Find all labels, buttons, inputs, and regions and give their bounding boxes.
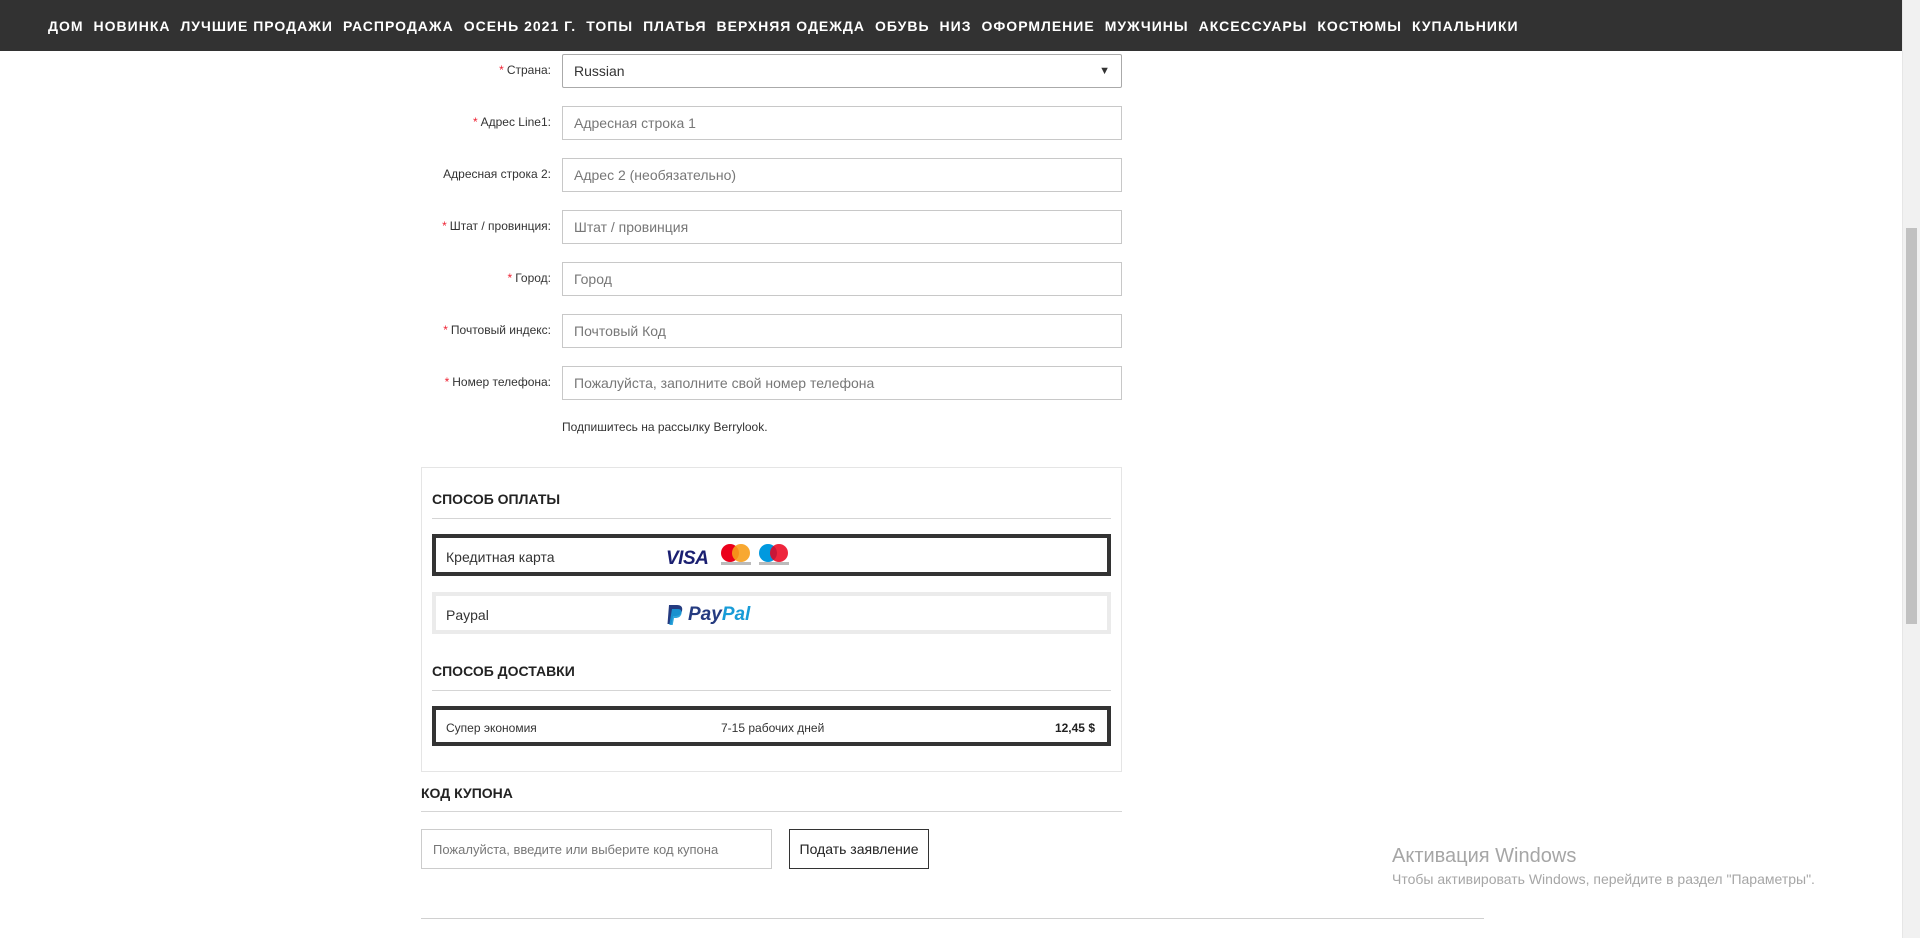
nav-item-bottoms[interactable]: НИЗ	[940, 18, 972, 34]
state-input[interactable]	[562, 210, 1122, 244]
nav-item-autumn-2021[interactable]: ОСЕНЬ 2021 Г.	[464, 18, 577, 34]
required-mark: *	[444, 375, 450, 389]
page-scrollbar[interactable]	[1902, 0, 1920, 938]
required-mark: *	[499, 63, 504, 77]
nav-item-dresses[interactable]: ПЛАТЬЯ	[643, 18, 706, 34]
maestro-icon	[759, 544, 789, 566]
nav-item-bestsellers[interactable]: ЛУЧШИЕ ПРОДАЖИ	[180, 18, 332, 34]
coupon-input[interactable]	[421, 829, 772, 869]
divider	[421, 918, 1484, 919]
top-navigation: ДОМ НОВИНКА ЛУЧШИЕ ПРОДАЖИ РАСПРОДАЖА ОС…	[0, 0, 1902, 51]
shipping-option-days: 7-15 рабочих дней	[721, 721, 825, 735]
windows-activation-title: Активация Windows	[1392, 845, 1577, 867]
city-label-text: Город:	[515, 271, 551, 285]
zip-input[interactable]	[562, 314, 1122, 348]
newsletter-subscribe-text[interactable]: Подпишитесь на рассылку Berrylook.	[562, 420, 768, 434]
divider	[421, 811, 1122, 812]
address1-input[interactable]	[562, 106, 1122, 140]
divider	[432, 518, 1111, 519]
payment-option-paypal[interactable]: Paypal PayPal	[432, 592, 1111, 634]
shipping-option-price: 12,45 $	[1054, 721, 1095, 735]
city-input[interactable]	[562, 262, 1122, 296]
apply-coupon-button[interactable]: Подать заявление	[789, 829, 929, 869]
country-label: * Страна:	[400, 63, 551, 77]
nav-item-decor[interactable]: ОФОРМЛЕНИЕ	[981, 18, 1094, 34]
windows-activation-subtitle: Чтобы активировать Windows, перейдите в …	[1392, 871, 1815, 887]
country-row: * Страна: Russian ▼	[400, 54, 1122, 88]
nav-item-shoes[interactable]: ОБУВЬ	[875, 18, 930, 34]
zip-label: * Почтовый индекс:	[400, 323, 551, 337]
state-label-text: Штат / провинция:	[449, 219, 551, 233]
address2-input[interactable]	[562, 158, 1122, 192]
payment-method-title: СПОСОБ ОПЛАТЫ	[432, 491, 561, 507]
required-mark: *	[443, 323, 448, 337]
payment-option-label: Кредитная карта	[446, 549, 555, 565]
required-mark: *	[472, 115, 478, 129]
address1-row: * Адрес Line1:	[400, 106, 1122, 140]
zip-row: * Почтовый индекс:	[400, 314, 1122, 348]
nav-item-tops[interactable]: ТОПЫ	[586, 18, 633, 34]
state-label: * Штат / провинция:	[400, 219, 551, 233]
scrollbar-thumb[interactable]	[1906, 228, 1917, 624]
divider	[432, 690, 1111, 691]
address1-label: * Адрес Line1:	[400, 115, 551, 129]
nav-item-accessories[interactable]: АКСЕССУАРЫ	[1199, 18, 1308, 34]
phone-row: * Номер телефона:	[400, 366, 1122, 400]
nav-item-men[interactable]: МУЖЧИНЫ	[1105, 18, 1189, 34]
coupon-title: КОД КУПОНА	[421, 785, 513, 801]
required-mark: *	[442, 219, 447, 233]
nav-item-sale[interactable]: РАСПРОДАЖА	[343, 18, 454, 34]
paypal-icon	[667, 605, 683, 625]
zip-label-text: Почтовый индекс:	[450, 323, 551, 337]
nav-item-swimwear[interactable]: КУПАЛЬНИКИ	[1412, 18, 1519, 34]
nav-item-new[interactable]: НОВИНКА	[94, 18, 171, 34]
address1-label-text: Адрес Line1:	[480, 115, 551, 129]
nav-item-suits[interactable]: КОСТЮМЫ	[1317, 18, 1402, 34]
city-row: * Город:	[400, 262, 1122, 296]
country-select-value: Russian	[574, 63, 625, 79]
required-mark: *	[507, 271, 513, 285]
shipping-method-title: СПОСОБ ДОСТАВКИ	[432, 663, 575, 679]
phone-label-text: Номер телефона:	[452, 375, 551, 389]
mastercard-icon	[721, 544, 751, 566]
country-select[interactable]: Russian ▼	[562, 54, 1122, 88]
address2-row: Адресная строка 2:	[400, 158, 1122, 192]
state-row: * Штат / провинция:	[400, 210, 1122, 244]
phone-label: * Номер телефона:	[400, 375, 551, 389]
payment-shipping-panel: СПОСОБ ОПЛАТЫ Кредитная карта VISA Paypa…	[421, 467, 1122, 772]
phone-input[interactable]	[562, 366, 1122, 400]
city-label: * Город:	[400, 271, 551, 285]
payment-option-credit-card[interactable]: Кредитная карта VISA	[432, 534, 1111, 576]
payment-option-label: Paypal	[446, 607, 489, 623]
paypal-logo: PayPal	[666, 604, 750, 626]
chevron-down-icon: ▼	[1099, 65, 1110, 77]
address2-label: Адресная строка 2:	[443, 167, 551, 181]
country-label-text: Страна:	[506, 63, 551, 77]
nav-item-outerwear[interactable]: ВЕРХНЯЯ ОДЕЖДА	[717, 18, 865, 34]
paypal-wordmark: PayPal	[688, 604, 751, 625]
visa-logo: VISA	[666, 548, 709, 569]
shipping-option-super-economy[interactable]: Супер экономия 7-15 рабочих дней 12,45 $	[432, 706, 1111, 746]
shipping-option-name: Супер экономия	[446, 721, 537, 735]
nav-item-home[interactable]: ДОМ	[48, 18, 84, 34]
